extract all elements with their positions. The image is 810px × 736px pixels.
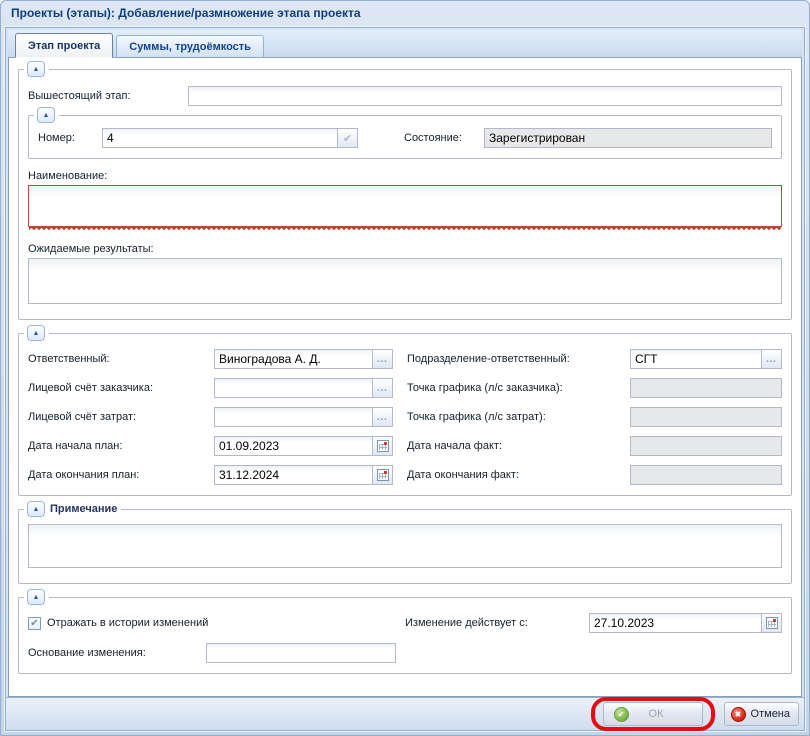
start-date-plan-label: Дата начала план: — [28, 440, 214, 452]
schedule-point-customer-readonly-field — [630, 378, 782, 398]
tab-body-form: ▲ Вышестоящий этап: ▲ Номер: — [8, 58, 802, 697]
collapse-toggle-button[interactable]: ▲ — [27, 501, 45, 517]
calendar-icon — [377, 440, 389, 452]
number-label: Номер: — [38, 132, 102, 144]
fieldset-number-state: ▲ Номер: ✔ Состояние: — [28, 115, 782, 159]
fieldset-main: ▲ Вышестоящий этап: ▲ Номер: — [18, 69, 792, 320]
fieldset-note: ▲ Примечание — [18, 509, 792, 584]
collapse-toggle-button[interactable]: ▲ — [37, 107, 55, 123]
collapse-arrow-icon: ▲ — [43, 112, 50, 119]
tab-sums-labor[interactable]: Суммы, трудоёмкость — [116, 35, 264, 58]
collapse-toggle-button[interactable]: ▲ — [27, 589, 45, 605]
collapse-toggle-button[interactable]: ▲ — [27, 325, 45, 341]
window-body: Этап проекта Суммы, трудоёмкость ▲ Вышес… — [5, 27, 805, 731]
schedule-point-customer-label: Точка графика (л/с заказчика): — [407, 382, 630, 394]
window-titlebar: Проекты (этапы): Добавление/размножение … — [1, 1, 809, 27]
tab-strip: Этап проекта Суммы, трудоёмкость — [8, 30, 802, 58]
cancel-x-circle-icon: ✖ — [731, 707, 746, 722]
name-textarea-invalid[interactable] — [28, 185, 782, 227]
fieldset-details-legend: ▲ — [27, 325, 49, 341]
end-date-plan-input[interactable] — [214, 465, 373, 485]
state-label: Состояние: — [404, 132, 484, 144]
collapse-toggle-button[interactable]: ▲ — [27, 61, 45, 77]
end-date-plan-calendar-button[interactable] — [373, 465, 393, 485]
parent-stage-input[interactable] — [188, 86, 782, 106]
check-icon: ✔ — [343, 132, 352, 145]
calendar-icon — [766, 617, 778, 629]
collapse-arrow-icon: ▲ — [33, 330, 40, 337]
name-label: Наименование: — [28, 170, 782, 182]
checkbox-check-icon: ✔ — [30, 618, 38, 629]
dialog-window: Проекты (этапы): Добавление/размножение … — [0, 0, 810, 736]
responsible-department-lookup-button[interactable]: … — [762, 349, 782, 369]
end-date-fact-readonly-field — [630, 465, 782, 485]
tab-project-stage-label: Этап проекта — [28, 40, 100, 52]
cancel-button[interactable]: ✖ Отмена — [724, 702, 799, 726]
change-reason-input[interactable] — [206, 643, 396, 663]
invalid-underline — [29, 227, 781, 231]
responsible-label: Ответственный: — [28, 353, 214, 365]
number-input[interactable] — [102, 128, 338, 148]
change-effective-from-input[interactable] — [589, 613, 762, 633]
start-date-fact-label: Дата начала факт: — [407, 440, 630, 452]
ellipsis-icon: … — [377, 383, 389, 393]
expected-results-textarea[interactable] — [28, 258, 782, 304]
responsible-department-input[interactable] — [630, 349, 762, 369]
cost-account-label: Лицевой счёт затрат: — [28, 411, 214, 423]
fieldset-details: ▲ Ответственный: … Подразделение-ответст… — [18, 333, 792, 496]
state-readonly-field — [484, 128, 772, 148]
fieldset-change-history: ▲ ✔ Отражать в истории изменений Изменен… — [18, 597, 792, 674]
collapse-arrow-icon: ▲ — [33, 66, 40, 73]
expected-results-label: Ожидаемые результаты: — [28, 243, 782, 255]
ellipsis-icon: … — [766, 354, 778, 364]
ok-button[interactable]: ✔ ОК — [603, 702, 703, 726]
note-legend-label: Примечание — [50, 503, 117, 515]
responsible-department-label: Подразделение-ответственный: — [407, 353, 630, 365]
ellipsis-icon: … — [377, 354, 389, 364]
tab-project-stage[interactable]: Этап проекта — [15, 33, 113, 58]
start-date-plan-calendar-button[interactable] — [373, 436, 393, 456]
responsible-lookup-button[interactable]: … — [373, 349, 393, 369]
fieldset-note-legend: ▲ Примечание — [27, 501, 121, 517]
ellipsis-icon: … — [377, 412, 389, 422]
change-effective-from-label: Изменение действует с: — [405, 617, 589, 629]
start-date-plan-input[interactable] — [214, 436, 373, 456]
tab-sums-labor-label: Суммы, трудоёмкость — [129, 41, 251, 53]
ok-button-highlight: ✔ ОК — [591, 697, 715, 731]
change-effective-from-calendar-button[interactable] — [762, 613, 782, 633]
x-icon: ✖ — [735, 710, 742, 719]
note-textarea[interactable] — [28, 524, 782, 568]
collapse-arrow-icon: ▲ — [33, 594, 40, 601]
reflect-history-label: Отражать в истории изменений — [47, 617, 208, 629]
end-date-fact-label: Дата окончания факт: — [407, 469, 630, 481]
number-check-trigger-button[interactable]: ✔ — [338, 128, 358, 148]
check-icon: ✔ — [618, 710, 625, 719]
collapse-arrow-icon: ▲ — [33, 506, 40, 513]
footer-toolbar: ✔ ОК ✖ Отмена — [6, 697, 804, 730]
responsible-input[interactable] — [214, 349, 373, 369]
end-date-plan-label: Дата окончания план: — [28, 469, 214, 481]
fieldset-number-state-legend: ▲ — [37, 107, 59, 123]
customer-account-lookup-button[interactable]: … — [373, 378, 393, 398]
reflect-history-checkbox[interactable]: ✔ — [28, 617, 41, 630]
ok-button-label: ОК — [649, 708, 664, 720]
tab-panel: Этап проекта Суммы, трудоёмкость ▲ Вышес… — [8, 30, 802, 697]
customer-account-input[interactable] — [214, 378, 373, 398]
fieldset-change-history-legend: ▲ — [27, 589, 49, 605]
cost-account-lookup-button[interactable]: … — [373, 407, 393, 427]
cancel-button-label: Отмена — [751, 708, 790, 720]
parent-stage-label: Вышестоящий этап: — [28, 90, 188, 102]
start-date-fact-readonly-field — [630, 436, 782, 456]
schedule-point-cost-readonly-field — [630, 407, 782, 427]
ok-check-circle-icon: ✔ — [614, 707, 629, 722]
customer-account-label: Лицевой счёт заказчика: — [28, 382, 214, 394]
schedule-point-cost-label: Точка графика (л/с затрат): — [407, 411, 630, 423]
window-title: Проекты (этапы): Добавление/размножение … — [11, 6, 361, 20]
change-reason-label: Основание изменения: — [28, 647, 206, 659]
fieldset-main-legend: ▲ — [27, 61, 49, 77]
calendar-icon — [377, 469, 389, 481]
cost-account-input[interactable] — [214, 407, 373, 427]
